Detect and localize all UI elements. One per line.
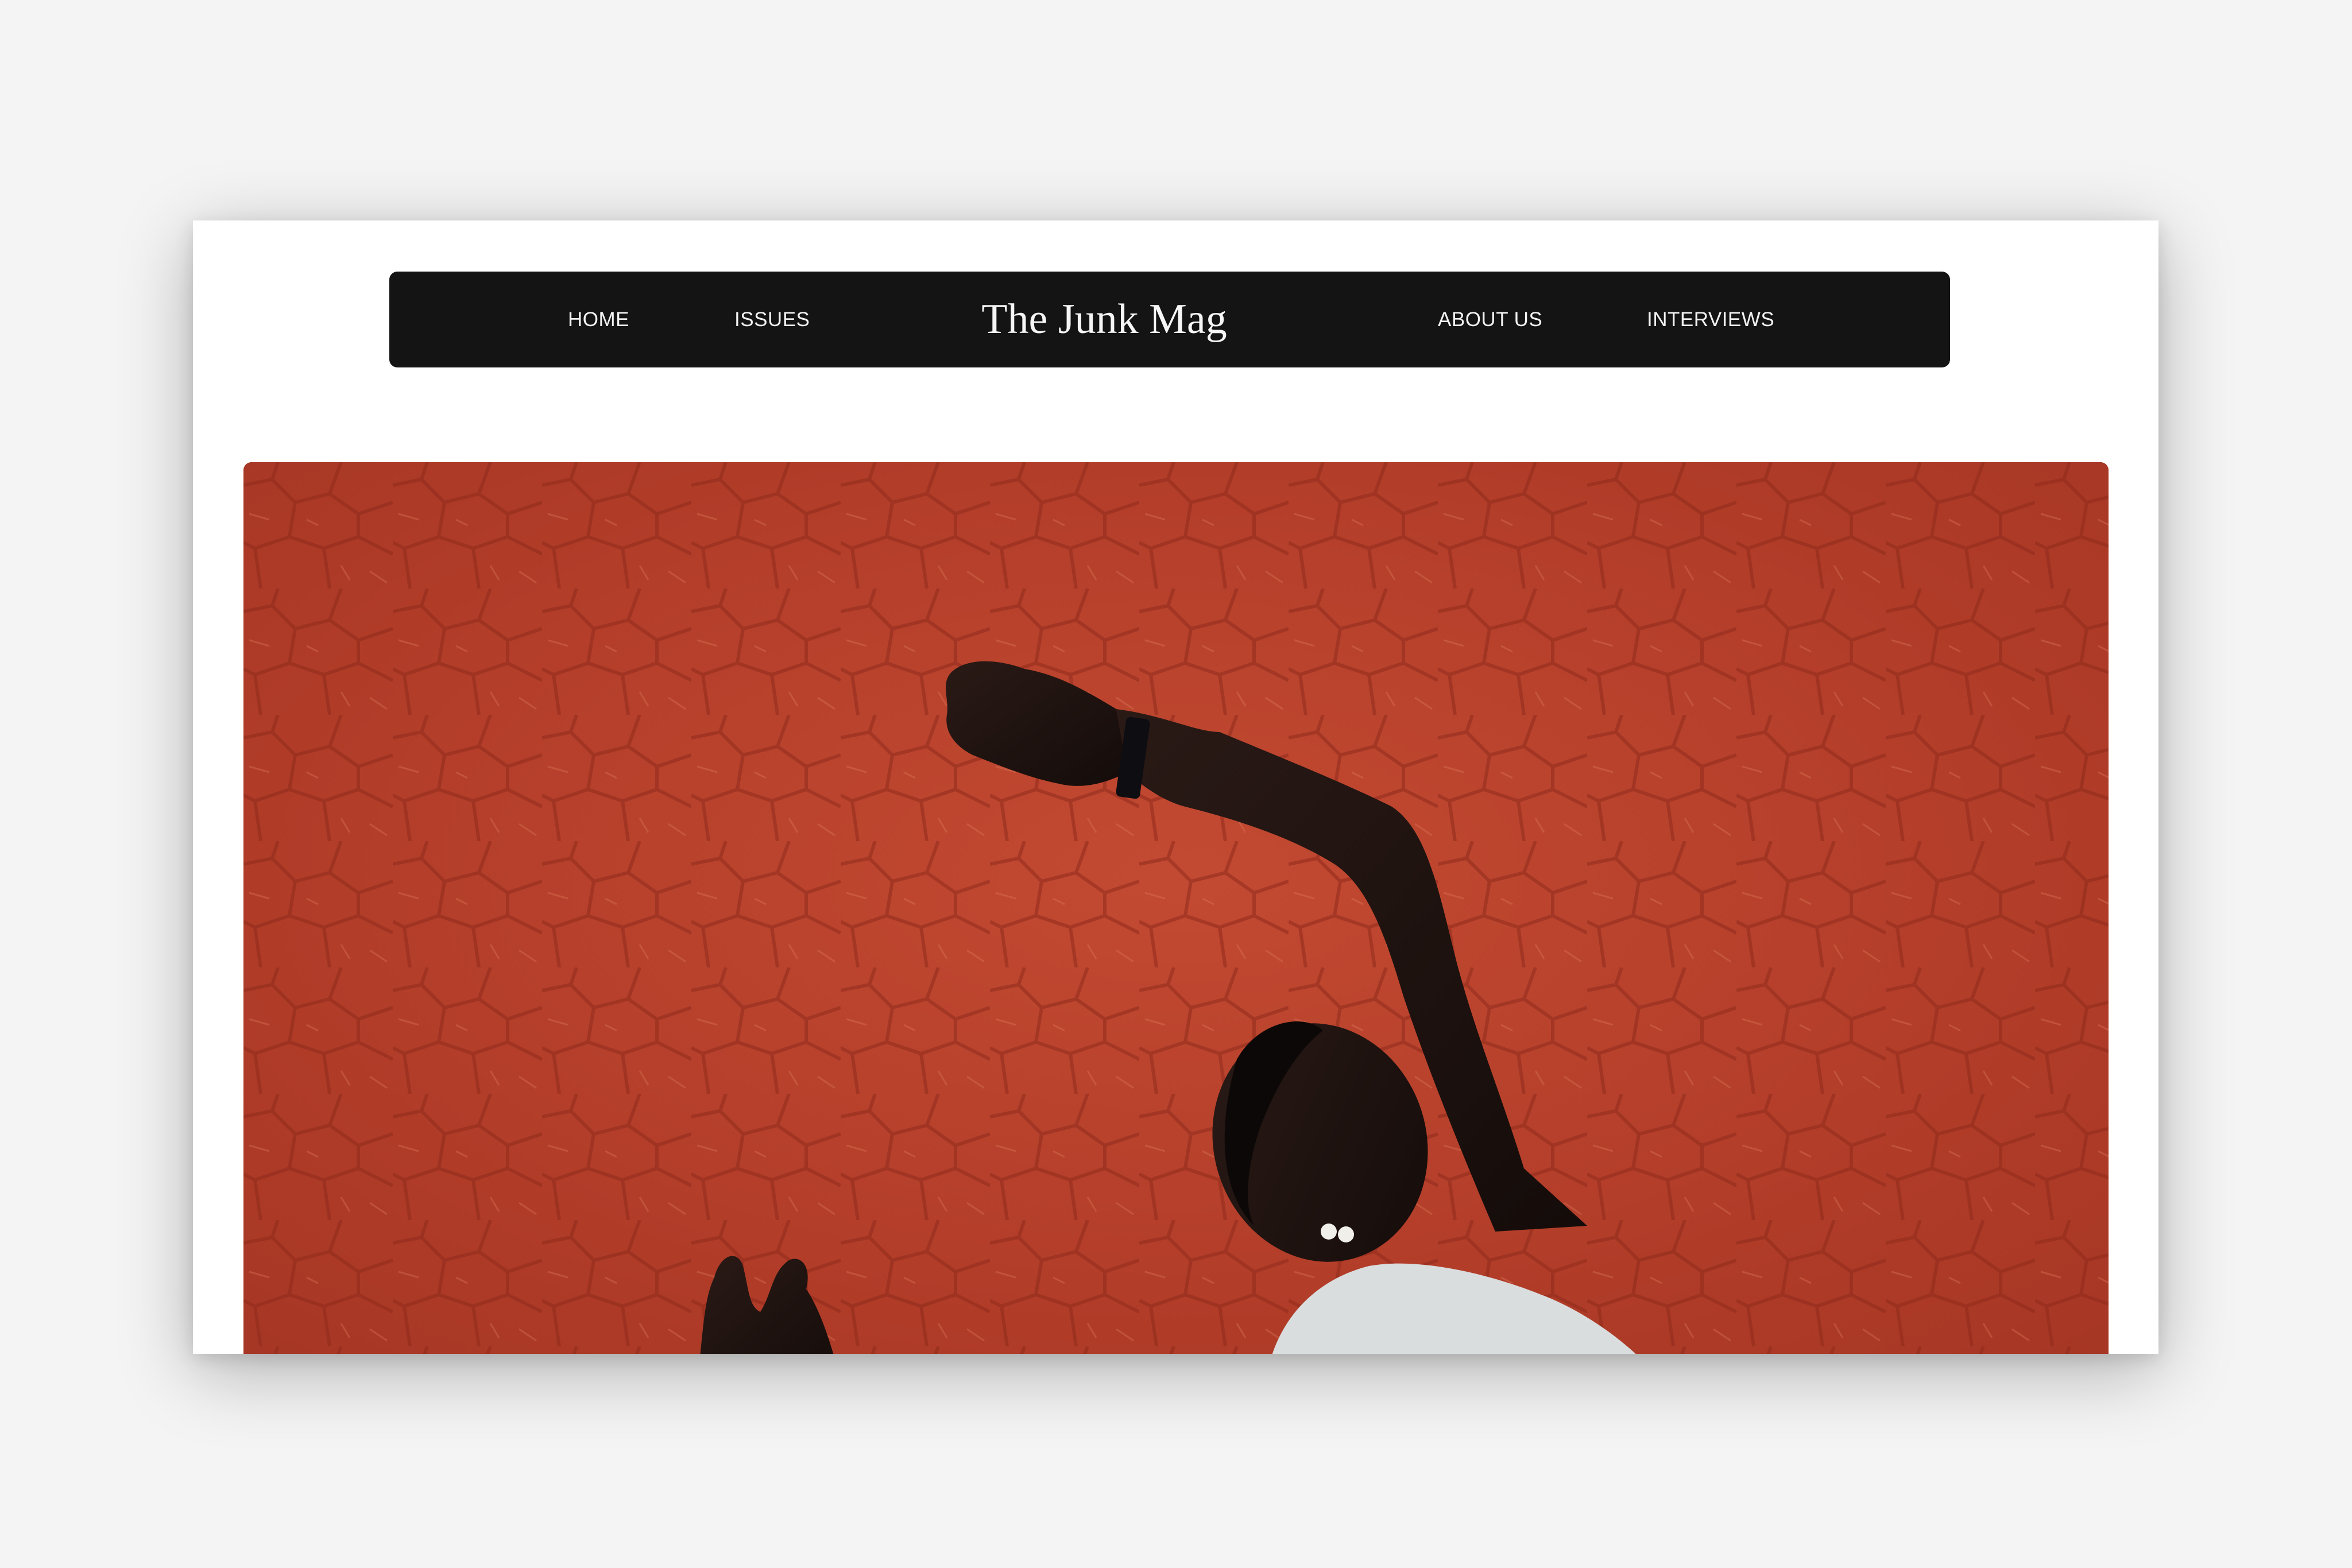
hero-image — [243, 462, 2109, 1354]
hero-photo-illustration — [243, 462, 2109, 1354]
nav-link-issues[interactable]: ISSUES — [734, 272, 810, 367]
site-logo-title[interactable]: The Junk Mag — [980, 272, 1228, 367]
nav-link-about-us[interactable]: ABOUT US — [1438, 272, 1542, 367]
nav-link-interviews[interactable]: INTERVIEWS — [1647, 272, 1774, 367]
nav-link-home[interactable]: HOME — [568, 272, 629, 367]
top-navigation-bar: HOME ISSUES The Junk Mag ABOUT US INTERV… — [389, 272, 1950, 367]
website-page: HOME ISSUES The Junk Mag ABOUT US INTERV… — [193, 220, 2158, 1354]
